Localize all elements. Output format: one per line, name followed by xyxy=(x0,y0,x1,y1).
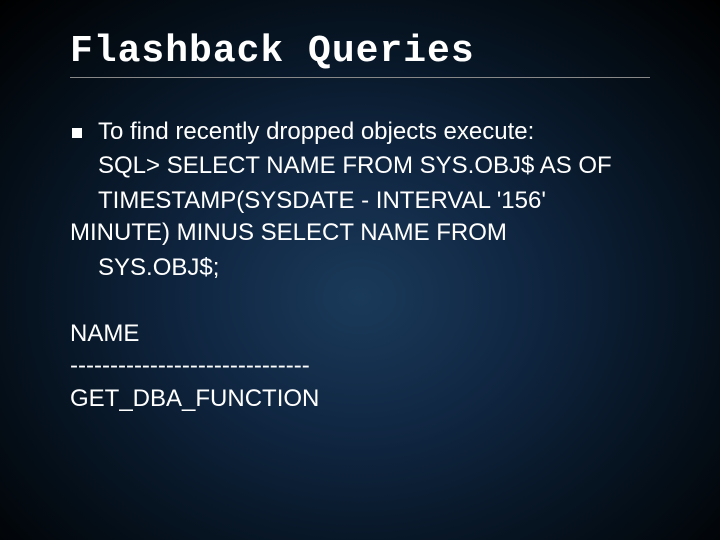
spacer xyxy=(70,284,650,318)
result-value: GET_DBA_FUNCTION xyxy=(70,383,650,415)
sql-line-1: SQL> SELECT NAME FROM SYS.OBJ$ AS OF xyxy=(98,150,650,182)
sql-line-4: SYS.OBJ$; xyxy=(98,252,650,284)
slide: Flashback Queries To find recently dropp… xyxy=(0,0,720,540)
square-bullet-icon xyxy=(72,128,82,138)
slide-title: Flashback Queries xyxy=(70,30,650,73)
sql-line-3: MINUTE) MINUS SELECT NAME FROM xyxy=(70,217,650,249)
title-underline xyxy=(70,77,650,78)
result-header: NAME xyxy=(70,318,650,350)
bullet-item: To find recently dropped objects execute… xyxy=(70,116,650,148)
slide-body: To find recently dropped objects execute… xyxy=(70,116,650,415)
result-divider: ------------------------------ xyxy=(70,350,650,382)
sql-line-2: TIMESTAMP(SYSDATE - INTERVAL '156' xyxy=(98,185,650,217)
bullet-text: To find recently dropped objects execute… xyxy=(98,116,534,148)
